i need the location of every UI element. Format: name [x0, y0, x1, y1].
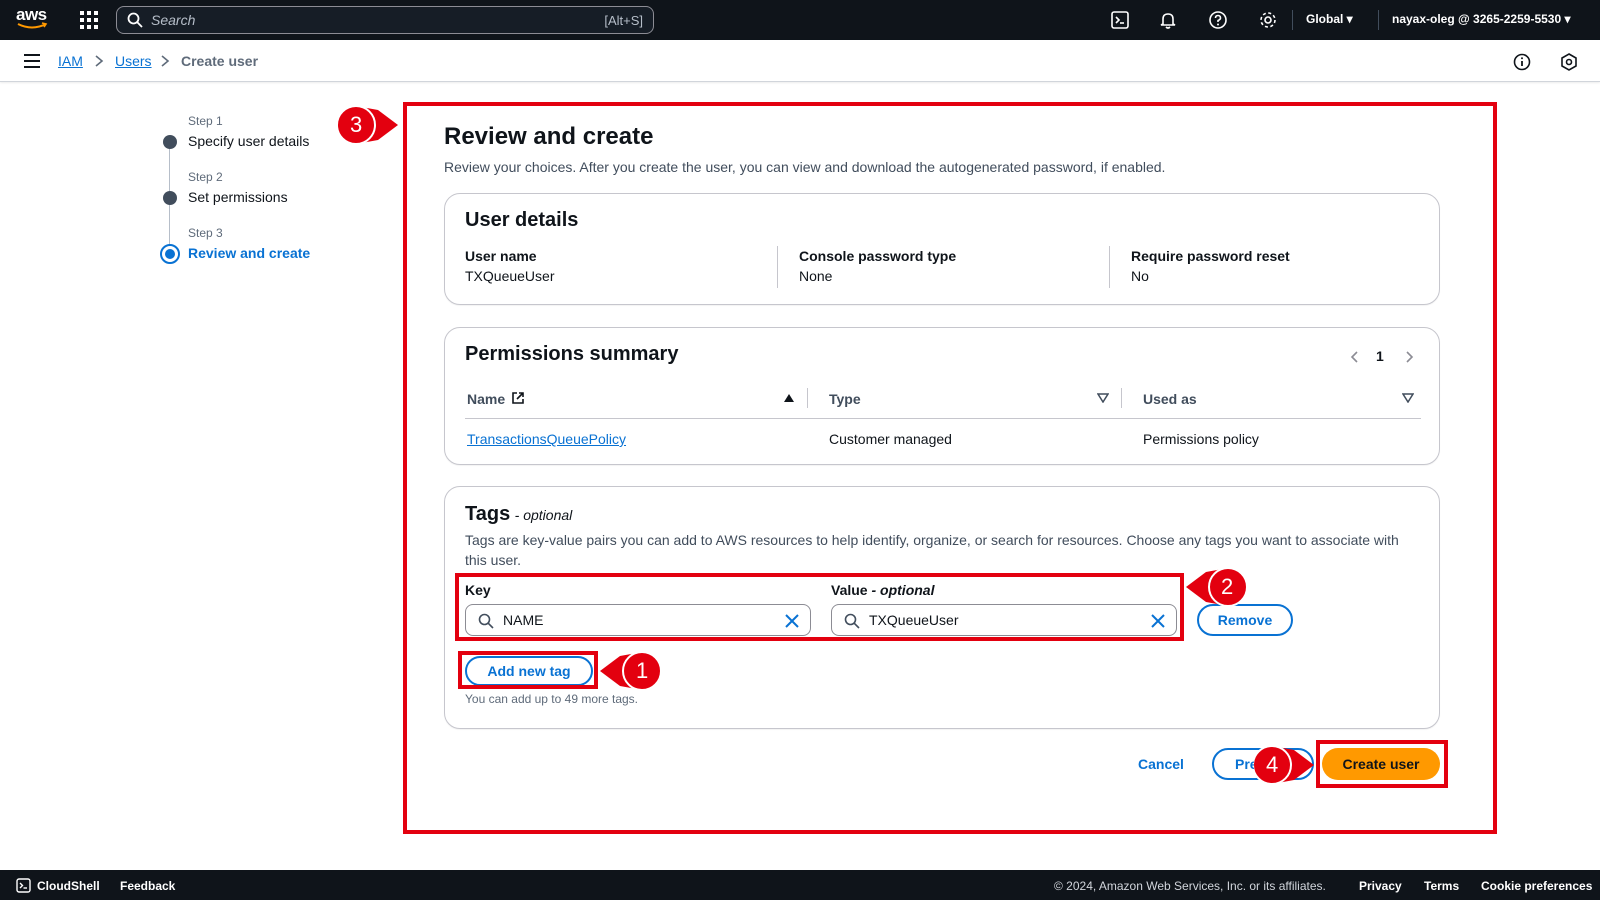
step-2-dot [163, 191, 177, 205]
breadcrumb-iam[interactable]: IAM [58, 53, 83, 69]
account-menu[interactable]: nayax-oleg @ 3265-2259-5530 ▾ [1392, 12, 1571, 26]
annotation-box-4 [1316, 740, 1448, 788]
menu-icon[interactable] [24, 54, 40, 68]
footer: CloudShell Feedback © 2024, Amazon Web S… [0, 870, 1600, 900]
step-1-label: Specify user details [188, 133, 310, 149]
annotation-number: 1 [636, 658, 649, 683]
annotation-marker-1: 1 [598, 650, 662, 692]
step-3[interactable]: Step 3 Review and create [188, 226, 310, 261]
aws-logo[interactable]: aws [16, 5, 50, 32]
search-bar[interactable]: Search [Alt+S] [116, 6, 654, 34]
annotation-number: 2 [1221, 574, 1234, 599]
step-3-dot [160, 244, 180, 264]
search-icon [127, 12, 143, 28]
bell-icon[interactable] [1158, 10, 1178, 30]
footer-terms[interactable]: Terms [1424, 879, 1459, 893]
search-placeholder: Search [151, 12, 196, 28]
footer-copyright: © 2024, Amazon Web Services, Inc. or its… [1054, 879, 1326, 893]
step-2[interactable]: Step 2 Set permissions [188, 170, 288, 205]
services-grid-icon[interactable] [80, 11, 98, 29]
annotation-marker-4: 4 [1252, 744, 1316, 786]
step-1[interactable]: Step 1 Specify user details [188, 114, 309, 149]
annotation-box-1 [458, 651, 598, 689]
account-label: nayax-oleg @ 3265-2259-5530 [1392, 12, 1562, 26]
chevron-right-icon [161, 55, 170, 67]
region-selector[interactable]: Global ▾ [1306, 12, 1353, 26]
footer-privacy[interactable]: Privacy [1359, 879, 1402, 893]
step-1-dot [163, 135, 177, 149]
step-2-label: Set permissions [188, 189, 288, 205]
step-1-number: Step 1 [188, 114, 223, 128]
region-label: Global [1306, 12, 1344, 26]
chevron-right-icon [95, 55, 104, 67]
footer-cookie-preferences[interactable]: Cookie preferences [1481, 879, 1592, 893]
top-navigation: aws Search [Alt+S] Global ▾ nayax-oleg @… [0, 0, 1600, 40]
breadcrumb-users[interactable]: Users [115, 53, 152, 69]
cloudshell-icon [16, 878, 31, 893]
cloudshell-icon[interactable] [1110, 10, 1130, 30]
breadcrumb-create-user: Create user [181, 53, 259, 69]
step-2-number: Step 2 [188, 170, 223, 184]
footer-cloudshell[interactable]: CloudShell [37, 879, 100, 893]
info-icon[interactable] [1512, 52, 1532, 72]
annotation-number: 4 [1266, 752, 1279, 777]
annotation-box-2 [455, 573, 1184, 641]
annotation-marker-3: 3 [336, 104, 400, 146]
step-3-label: Review and create [188, 245, 311, 261]
aws-logo-text: aws [16, 5, 47, 24]
help-icon[interactable] [1208, 10, 1228, 30]
settings-icon[interactable] [1258, 10, 1278, 30]
step-3-number: Step 3 [188, 226, 223, 240]
annotation-box-3 [403, 102, 1497, 834]
breadcrumb-bar: IAM Users Create user [0, 40, 1600, 82]
annotation-number: 3 [350, 112, 363, 137]
annotation-marker-2: 2 [1184, 566, 1248, 608]
search-shortcut: [Alt+S] [604, 12, 643, 28]
footer-feedback[interactable]: Feedback [120, 879, 175, 893]
hexagon-icon[interactable] [1559, 52, 1579, 72]
